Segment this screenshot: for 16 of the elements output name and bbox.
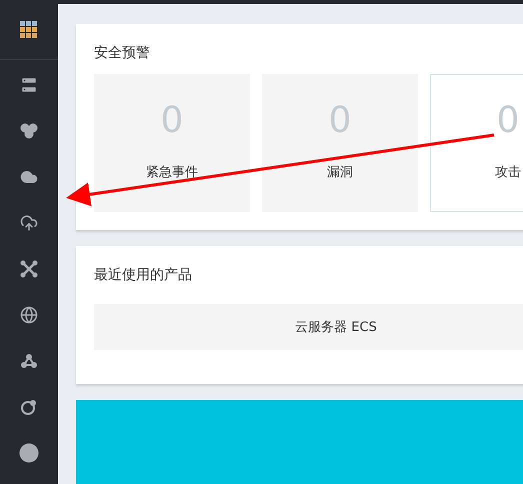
section-title: 安全预警	[94, 44, 151, 62]
nodes-icon[interactable]	[19, 351, 39, 371]
cloud-upload-icon[interactable]	[19, 213, 39, 233]
stat-label: 紧急事件	[146, 164, 198, 181]
product-link[interactable]: 云服务器 ECS	[94, 304, 523, 350]
stat-label: 漏洞	[327, 164, 353, 181]
circle-icon[interactable]	[19, 443, 39, 463]
stat-value: 0	[496, 103, 520, 139]
cluster-icon[interactable]	[19, 121, 39, 141]
grid-icon[interactable]	[20, 20, 38, 38]
stat-tile[interactable]: 0 攻击	[430, 74, 523, 212]
network-icon[interactable]	[19, 259, 39, 279]
stat-label: 攻击	[495, 164, 521, 181]
globe-icon[interactable]	[19, 305, 39, 325]
section-title: 最近使用的产品	[94, 266, 193, 284]
server-icon[interactable]	[19, 75, 39, 95]
